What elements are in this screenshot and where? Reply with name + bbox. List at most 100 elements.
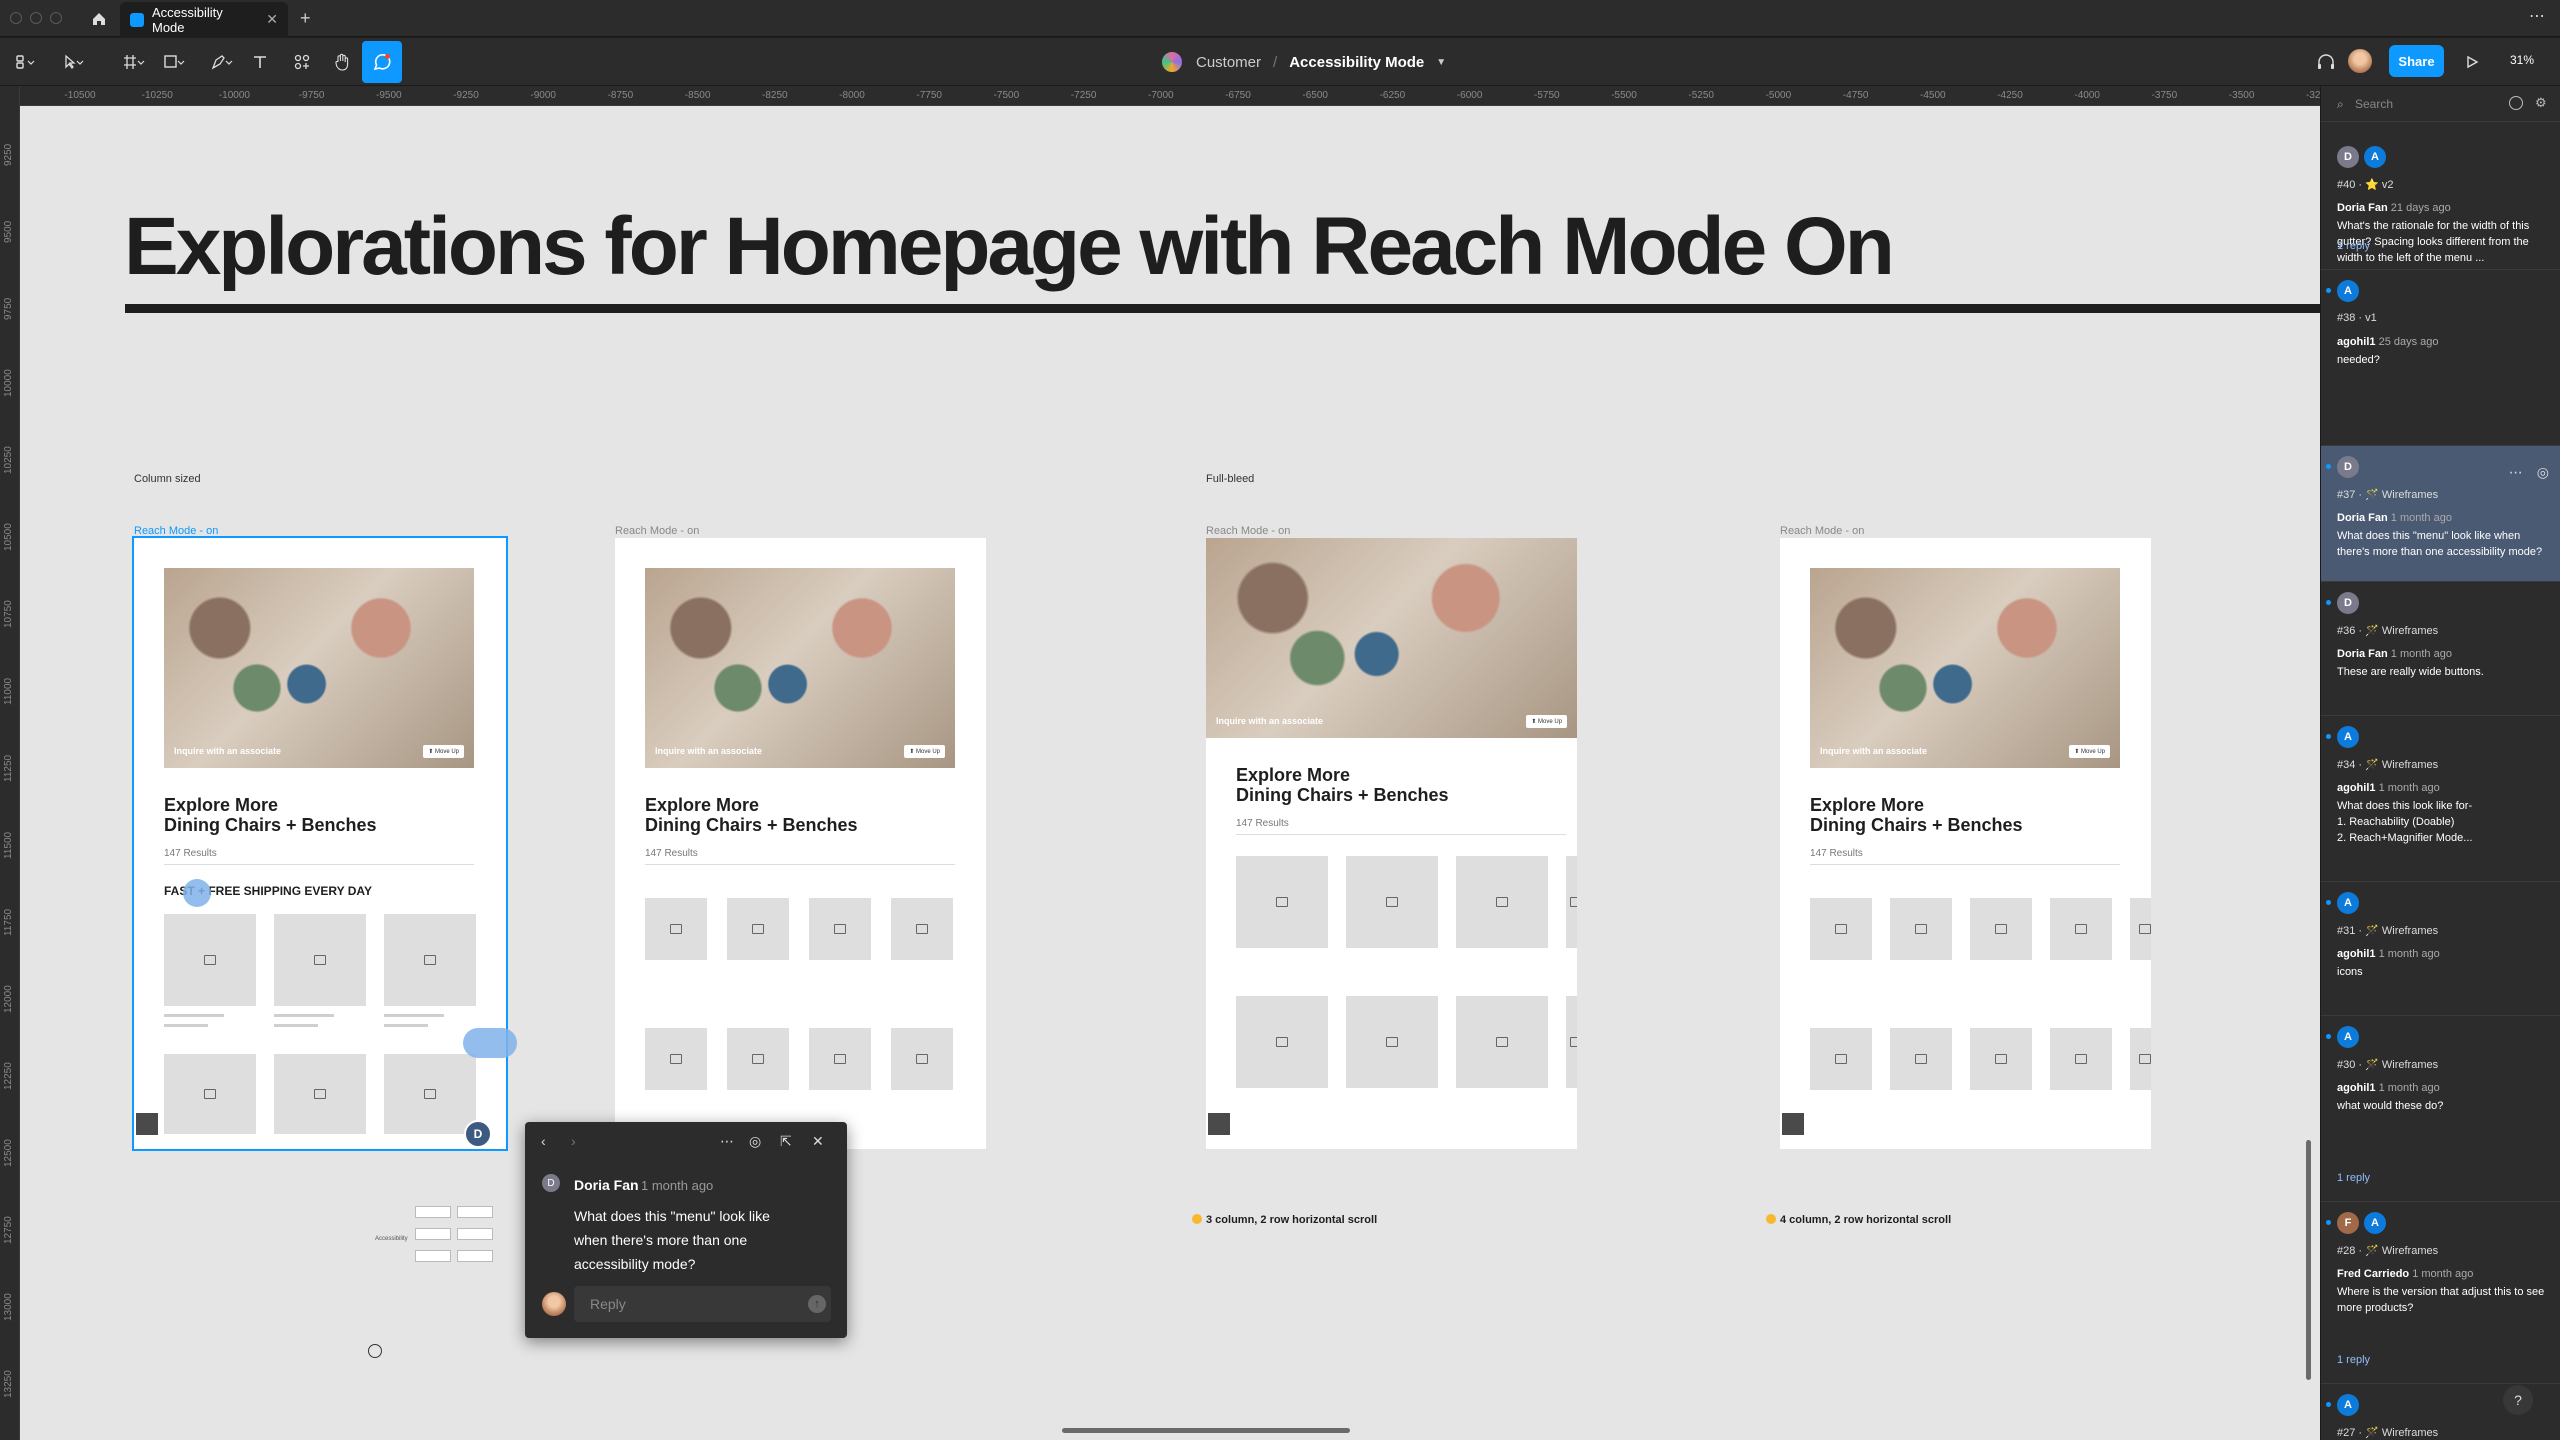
send-reply-icon[interactable]: ↑ [808, 1295, 826, 1313]
more-options-icon[interactable]: ⋯ [720, 1133, 734, 1150]
hero-inquire-text: Inquire with an associate [174, 746, 282, 756]
comment-pin-group[interactable] [463, 1028, 517, 1058]
close-tab-icon[interactable]: ✕ [266, 11, 278, 28]
frame-caption[interactable]: 3 column, 2 row horizontal scroll [1192, 1214, 1377, 1226]
unread-dot [2326, 1220, 2331, 1225]
divider [1236, 834, 1566, 835]
frame-label[interactable]: Reach Mode - on [1206, 525, 1290, 537]
frame-column-sized-1[interactable]: Inquire with an associate ⬆ Move Up Expl… [132, 536, 508, 1151]
frame-caption[interactable]: 4 column, 2 row horizontal scroll [1766, 1214, 1951, 1226]
comment-time: 1 month ago [2378, 948, 2440, 960]
pen-tool-icon[interactable] [204, 44, 240, 80]
comments-panel: ⌕ ⚙ DA#40 · ⭐ v2Doria Fan 21 days agoWha… [2320, 86, 2560, 1440]
next-comment-icon[interactable]: › [571, 1133, 576, 1149]
reply-avatar [542, 1292, 566, 1316]
accessibility-annotation[interactable]: Accessibility [375, 1236, 408, 1242]
product-tile [891, 898, 953, 960]
more-options-icon[interactable]: ⋯ [2509, 464, 2523, 481]
comment-pin[interactable] [183, 879, 211, 907]
design-canvas[interactable]: Explorations for Homepage with Reach Mod… [20, 106, 2320, 1440]
new-tab-icon[interactable]: + [300, 8, 311, 29]
popup-header: ‹ › ⋯ ◎ ⇱ ✕ [525, 1122, 847, 1160]
shape-tool-icon[interactable] [156, 44, 192, 80]
product-tile [384, 914, 476, 1006]
frame-full-bleed-2[interactable]: Inquire with an associate ⬆ Move Up Expl… [1780, 538, 2151, 1149]
ruler-tick-label: -7500 [993, 90, 1020, 101]
frame-label[interactable]: Reach Mode - on [134, 525, 218, 537]
comments-search-input[interactable] [2335, 94, 2495, 114]
home-icon[interactable] [86, 6, 112, 32]
ruler-tick-label: 11000 [3, 677, 14, 705]
page-title[interactable]: Explorations for Homepage with Reach Mod… [124, 200, 1895, 294]
comment-thread[interactable]: D A #40 · ⭐ v2 Doria Fan 21 days ago What's … [2321, 136, 2560, 270]
vertical-scrollbar[interactable] [2306, 1140, 2311, 1380]
ruler-tick-label: 9500 [3, 220, 14, 243]
file-tab[interactable]: Accessibility Mode ✕ [120, 2, 288, 37]
reply-count-link[interactable]: 1 reply [2337, 1354, 2370, 1366]
comment-author-line: Fred Carriedo 1 month ago [2337, 1268, 2473, 1280]
accessibility-icon[interactable] [368, 1344, 382, 1358]
main-menu-icon[interactable] [8, 44, 44, 80]
ruler-tick-label: -8500 [684, 90, 711, 101]
product-tile [1970, 898, 2032, 960]
section-label-fullbleed[interactable]: Full-bleed [1206, 473, 1254, 485]
text-tool-icon[interactable] [246, 44, 274, 80]
ruler-tick-label: 12750 [3, 1216, 14, 1244]
current-user-avatar[interactable] [2348, 49, 2372, 73]
comment-thread[interactable]: A #38 · v1 agohil1 25 days ago needed? [2321, 270, 2560, 446]
resolve-icon[interactable]: ◎ [2537, 464, 2549, 481]
move-tool-icon[interactable] [56, 44, 92, 80]
frame-label[interactable]: Reach Mode - on [615, 525, 699, 537]
reply-count-link[interactable]: 1 reply [2337, 240, 2370, 252]
frame-full-bleed-1[interactable]: Inquire with an associate ⬆ Move Up Expl… [1206, 538, 1577, 1149]
comment-thread[interactable]: A #30 · 🪄 Wireframes agohil1 1 month ago wh… [2321, 1016, 2560, 1202]
frame-tool-icon[interactable] [116, 44, 152, 80]
comment-avatar: A [2337, 892, 2359, 914]
previous-comment-icon[interactable]: ‹ [541, 1133, 546, 1149]
comment-pin-active[interactable]: D [464, 1120, 492, 1148]
open-in-panel-icon[interactable]: ⇱ [780, 1133, 792, 1150]
comment-thread[interactable]: A #31 · 🪄 Wireframes agohil1 1 month ago ic… [2321, 882, 2560, 1016]
reply-input[interactable] [574, 1286, 831, 1322]
breadcrumb-file[interactable]: Accessibility Mode [1289, 54, 1424, 71]
comment-time: 1 month ago [2378, 1082, 2440, 1094]
comment-meta: #36 · 🪄 Wireframes [2337, 625, 2439, 637]
breadcrumb-team[interactable]: Customer [1196, 54, 1261, 71]
audio-icon[interactable] [2312, 44, 2340, 80]
ruler-tick-label: -8750 [607, 90, 634, 101]
comment-body: These are really wide buttons. [2337, 666, 2484, 678]
frame-label[interactable]: Reach Mode - on [1780, 525, 1864, 537]
frame-column-sized-2[interactable]: Inquire with an associate ⬆ Move Up Expl… [615, 538, 986, 1149]
section-label-column[interactable]: Column sized [134, 473, 201, 485]
comment-thread[interactable]: A #34 · 🪄 Wireframes agohil1 1 month ago Wh… [2321, 716, 2560, 882]
comment-thread[interactable]: F A #28 · 🪄 Wireframes Fred Carriedo 1 mont… [2321, 1202, 2560, 1384]
reply-count-link[interactable]: 1 reply [2337, 1172, 2370, 1184]
comment-avatars: D [2337, 592, 2359, 614]
title-divider[interactable] [125, 304, 2320, 313]
resources-icon[interactable] [288, 44, 316, 80]
present-play-icon[interactable] [2458, 44, 2486, 80]
comment-thread[interactable]: D #36 · 🪄 Wireframes Doria Fan 1 month ago… [2321, 582, 2560, 716]
share-button[interactable]: Share [2389, 45, 2444, 77]
settings-sliders-icon[interactable]: ⚙ [2535, 95, 2547, 111]
zoom-level[interactable]: 31% [2510, 53, 2534, 67]
hand-tool-icon[interactable] [328, 44, 356, 80]
help-icon[interactable]: ? [2503, 1385, 2533, 1415]
comment-avatar: F [2337, 1212, 2359, 1234]
comment-author-line: agohil1 25 days ago [2337, 336, 2439, 348]
maximize-window-button[interactable] [50, 12, 62, 24]
filter-icon[interactable] [2509, 96, 2523, 110]
horizontal-scrollbar[interactable] [1062, 1428, 1350, 1433]
ruler-tick-label: -7750 [916, 90, 942, 101]
close-icon[interactable]: ✕ [812, 1133, 824, 1150]
close-window-button[interactable] [10, 12, 22, 24]
resolve-icon[interactable]: ◎ [749, 1133, 761, 1150]
comment-tool-icon[interactable] [362, 41, 402, 83]
chevron-down-icon[interactable]: ▼ [1436, 57, 1446, 68]
hero-image: Inquire with an associate ⬆ Move Up [1810, 568, 2120, 768]
comment-popup: ‹ › ⋯ ◎ ⇱ ✕ D Doria Fan 1 month ago What… [525, 1122, 847, 1338]
more-menu-icon[interactable]: ⋯ [2529, 6, 2546, 26]
minimize-window-button[interactable] [30, 12, 42, 24]
comment-thread[interactable]: D ⋯ ◎ #37 · 🪄 Wireframes Doria Fan 1 month a… [2321, 446, 2560, 582]
comment-body: What does this "menu" look like when the… [2337, 530, 2543, 558]
